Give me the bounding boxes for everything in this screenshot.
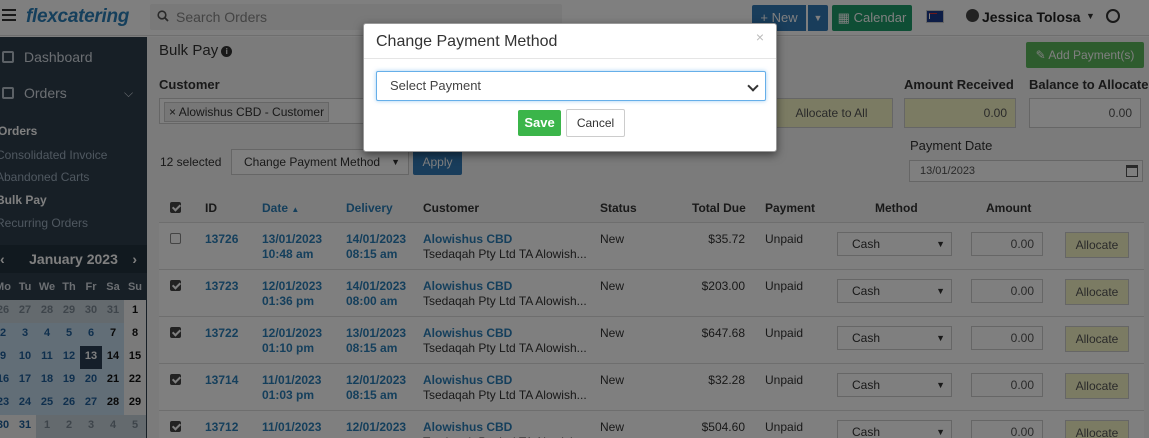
save-button[interactable]: Save	[518, 110, 561, 136]
change-payment-method-modal: Change Payment Method × Select Payment S…	[363, 23, 777, 152]
cancel-button[interactable]: Cancel	[566, 109, 625, 137]
chevron-down-icon	[747, 80, 759, 92]
modal-header: Change Payment Method ×	[364, 24, 776, 59]
modal-title: Change Payment Method	[376, 33, 558, 50]
payment-method-select[interactable]: Select Payment	[376, 71, 766, 101]
close-icon[interactable]: ×	[756, 29, 764, 45]
